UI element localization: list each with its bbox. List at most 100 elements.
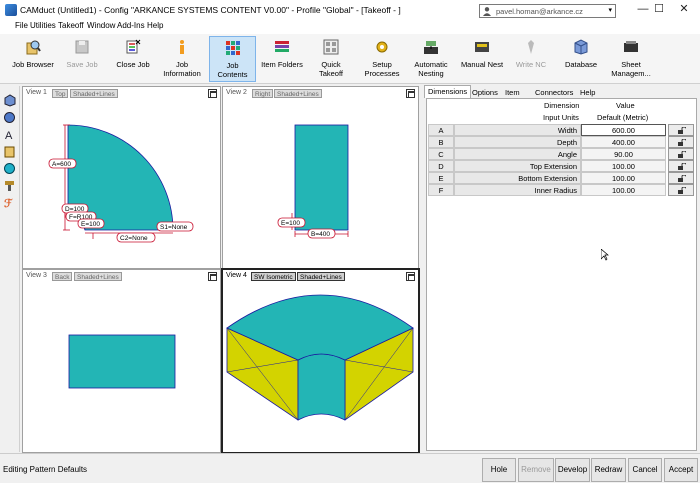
lock-button[interactable]	[668, 124, 694, 136]
setup-processes-button[interactable]: Setup Processes	[359, 36, 405, 82]
lock-button[interactable]	[668, 148, 694, 160]
menu-window[interactable]: Window	[87, 21, 115, 30]
dim-label-a: A=600	[52, 161, 71, 168]
row-value-input[interactable]: 100.00	[581, 160, 666, 172]
database-button[interactable]: Database	[561, 36, 601, 82]
row-value-input[interactable]: 100.00	[581, 172, 666, 184]
item-folders-button[interactable]: Item Folders	[258, 36, 306, 82]
tab-options[interactable]: Options	[468, 86, 502, 98]
item-folders-icon	[275, 41, 289, 52]
sheet-management-icon	[624, 41, 638, 52]
row-value-input[interactable]: 90.00	[581, 148, 666, 160]
status-bar: Editing Pattern Defaults Hole Remove Dev…	[0, 453, 700, 483]
row-id: E	[428, 172, 454, 184]
clipboard-icon[interactable]	[3, 145, 16, 158]
row-name: Angle	[454, 148, 581, 160]
menu-bar: File Utilities Takeoff Window Add-Ins He…	[0, 20, 700, 34]
menu-help[interactable]: Help	[147, 21, 163, 30]
job-browser-button[interactable]: Job Browser	[4, 36, 62, 82]
row-id: F	[428, 184, 454, 196]
lock-button[interactable]	[668, 172, 694, 184]
menu-file[interactable]: File	[15, 21, 28, 30]
lock-icon	[678, 127, 686, 134]
close-button[interactable]: ✕	[670, 0, 698, 20]
row-id: D	[428, 160, 454, 172]
row-name: Width	[454, 124, 581, 136]
manual-nest-icon	[475, 42, 489, 52]
user-icon	[483, 7, 491, 16]
view-4-sw-isometric[interactable]: View 4 SW Isometric Shaded+Lines	[221, 268, 420, 454]
remove-button[interactable]: Remove	[518, 458, 554, 482]
setup-processes-icon	[376, 41, 388, 53]
row-id: C	[428, 148, 454, 160]
redraw-button[interactable]: Redraw	[591, 458, 626, 482]
automatic-nesting-icon	[424, 41, 438, 54]
accept-button[interactable]: Accept	[664, 458, 698, 482]
manual-nest-button[interactable]: Manual Nest	[459, 36, 505, 82]
lock-button[interactable]	[668, 136, 694, 148]
properties-panel: Dimensions Options Item Connectors Help …	[424, 85, 699, 453]
sheet-management-button[interactable]: Sheet Managem...	[608, 36, 654, 82]
save-job-button[interactable]: Save Job	[62, 36, 102, 82]
menu-takeoff[interactable]: Takeoff	[58, 21, 84, 30]
duct-back-shape	[68, 334, 176, 389]
row-value-input[interactable]: 100.00	[581, 184, 666, 196]
dim-label-b: B=400	[311, 231, 330, 238]
cube-view-icon[interactable]	[3, 94, 16, 107]
mouse-cursor-icon	[601, 249, 609, 261]
row-name: Top Extension	[454, 160, 581, 172]
write-nc-button[interactable]: Write NC	[512, 36, 550, 82]
menu-utilities[interactable]: Utilities	[30, 21, 56, 30]
lock-icon	[678, 151, 686, 158]
write-nc-icon	[528, 40, 534, 54]
column-header-value: Value	[616, 101, 635, 110]
table-row: F Inner Radius 100.00	[428, 184, 696, 196]
text-tool-icon[interactable]: A	[3, 128, 16, 141]
shape-tool-icon[interactable]	[3, 162, 16, 175]
window-title: CAMduct (Untitled1) - Config "ARKANCE SY…	[20, 5, 401, 15]
row-name: Depth	[454, 136, 581, 148]
tab-help[interactable]: Help	[576, 86, 599, 98]
tab-dimensions[interactable]: Dimensions	[424, 85, 472, 98]
save-job-icon	[75, 40, 89, 54]
elbow-inner-face	[297, 353, 346, 421]
tab-connectors[interactable]: Connectors	[531, 86, 577, 98]
automatic-nesting-button[interactable]: Automatic Nesting	[410, 36, 452, 82]
dimensions-grid: Dimension Value Input Units Default (Met…	[426, 98, 697, 451]
row-value-input[interactable]: 600.00	[581, 124, 666, 136]
table-row: E Bottom Extension 100.00	[428, 172, 696, 184]
view-1-drawing: A=600 D=100 F=R100 E=100 C2=None S1=None	[48, 124, 194, 243]
quick-takeoff-button[interactable]: Quick Takeoff	[312, 36, 350, 82]
view-2-right[interactable]: View 2 Right Shaded+Lines E=100 B=400	[222, 86, 419, 269]
sphere-view-icon[interactable]	[3, 111, 16, 124]
row-id: A	[428, 124, 454, 136]
develop-button[interactable]: Develop	[555, 458, 590, 482]
menu-add-ins[interactable]: Add-Ins	[117, 21, 145, 30]
column-header-dimension: Dimension	[544, 101, 580, 110]
table-row: C Angle 90.00	[428, 148, 696, 160]
job-information-button[interactable]: Job Information	[156, 36, 208, 82]
quick-takeoff-icon	[323, 39, 339, 55]
svg-text:A: A	[5, 130, 13, 141]
row-id: B	[428, 136, 454, 148]
tab-item[interactable]: Item	[501, 86, 524, 98]
lock-button[interactable]	[668, 184, 694, 196]
close-job-button[interactable]: Close Job	[110, 36, 156, 82]
view-3-back[interactable]: View 3 Back Shaded+Lines	[22, 269, 221, 453]
view-1-top[interactable]: View 1 Top Shaded+Lines A=600 D=100 F=R1…	[22, 86, 221, 269]
job-contents-button[interactable]: Job Contents	[209, 36, 256, 82]
input-units-label: Input Units	[543, 113, 579, 122]
paint-icon[interactable]: ℱ	[3, 196, 16, 209]
cancel-button[interactable]: Cancel	[628, 458, 662, 482]
lock-button[interactable]	[668, 160, 694, 172]
table-row: A Width 600.00	[428, 124, 696, 136]
row-value-input[interactable]: 400.00	[581, 136, 666, 148]
input-units-value[interactable]: Default (Metric)	[597, 113, 648, 122]
user-account-dropdown[interactable]: pavel.homan@arkance.cz ▾	[479, 4, 616, 18]
job-information-icon	[180, 40, 184, 54]
hole-button[interactable]: Hole	[482, 458, 516, 482]
maximize-button[interactable]: ☐	[645, 0, 673, 20]
hammer-icon[interactable]	[3, 179, 16, 192]
lock-icon	[678, 187, 686, 194]
row-name: Bottom Extension	[454, 172, 581, 184]
